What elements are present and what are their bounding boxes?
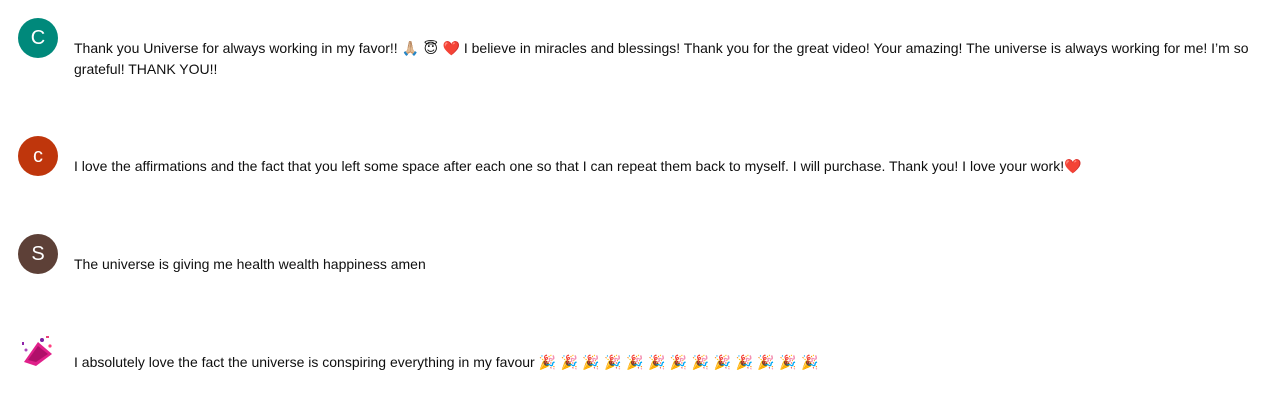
comment-1: C Thank you Universe for always working … [18, 18, 1258, 88]
party-emoji-icons: 🎉 🎉 🎉 🎉 🎉 🎉 🎉 🎉 🎉 🎉 🎉 🎉 🎉 [538, 355, 819, 371]
comment-2: c I love the affirmations and the fact t… [18, 136, 1258, 186]
comment-text-part: I love the affirmations and the fact tha… [74, 158, 1065, 174]
comment-text: I absolutely love the fact the universe … [74, 352, 1258, 373]
comment-4: I absolutely love the fact the universe … [18, 332, 1258, 382]
comment-text-part: Thank you Universe for always working in… [74, 40, 402, 56]
comment-text: Thank you Universe for always working in… [74, 38, 1258, 79]
comment-text-part: The universe is giving me health wealth … [74, 256, 426, 272]
avatar[interactable]: c [18, 136, 58, 176]
emoji-icon: 🙏🏼 😇 [401, 41, 443, 57]
comment-text: I love the affirmations and the fact tha… [74, 156, 1258, 177]
comment-text: The universe is giving me health wealth … [74, 254, 1258, 274]
heart-icon: ❤️ [1064, 159, 1082, 175]
avatar[interactable]: S [18, 234, 58, 274]
party-popper-icon [18, 332, 58, 372]
heart-icon: ❤️ [442, 41, 460, 57]
avatar[interactable]: C [18, 18, 58, 58]
comment-text-part: I absolutely love the fact the universe … [74, 354, 539, 370]
comment-3: S The universe is giving me health wealt… [18, 234, 1258, 284]
party-popper-avatar[interactable] [18, 332, 58, 372]
